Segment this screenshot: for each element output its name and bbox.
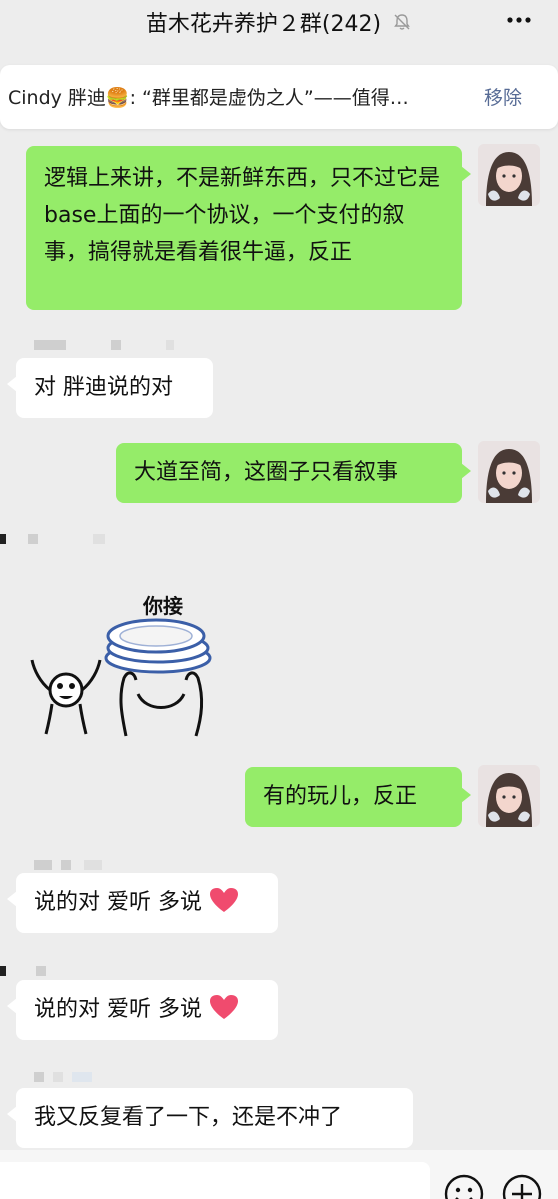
avatar-self[interactable] xyxy=(478,765,540,827)
message-text: 说的对 爱听 多说 xyxy=(34,890,202,915)
message-bubble-mine[interactable]: 逻辑上来讲，不是新鲜东西，只不过它是base上面的一个协议，一个支付的叙事，搞得… xyxy=(26,146,471,310)
message-input[interactable] xyxy=(0,1162,430,1199)
avatar-edge xyxy=(0,966,6,976)
message-text: 对 胖迪说的对 xyxy=(34,375,173,400)
pinned-message-bar[interactable]: Cindy 胖迪🍔: “群里都是虚伪之人”——值得… 移除 xyxy=(0,65,558,129)
avatar-edge xyxy=(0,534,6,544)
heart-emoji-icon xyxy=(209,887,239,925)
sticker-image[interactable] xyxy=(26,586,216,746)
chat-title-text: 苗木花卉养护２群(242) xyxy=(145,12,382,37)
chat-title: 苗木花卉养护２群(242) xyxy=(0,6,558,38)
chat-header: 苗木花卉养护２群(242) xyxy=(0,0,558,50)
message-text: 有的玩儿，反正 xyxy=(263,784,418,809)
avatar-self[interactable] xyxy=(478,144,540,206)
sender-nickname xyxy=(34,860,107,872)
sender-nickname xyxy=(28,534,110,546)
message-bubble-mine[interactable]: 大道至简，这圈子只看叙事 xyxy=(116,443,471,503)
input-toolbar xyxy=(0,1150,558,1199)
sender-nickname xyxy=(36,966,51,978)
heart-emoji-icon xyxy=(209,994,239,1032)
message-bubble-theirs[interactable]: 说的对 爱听 多说 xyxy=(7,873,278,933)
message-bubble-theirs[interactable]: 对 胖迪说的对 xyxy=(7,358,213,418)
message-bubble-mine[interactable]: 有的玩儿，反正 xyxy=(245,767,471,827)
message-bubble-theirs[interactable]: 说的对 爱听 多说 xyxy=(7,980,278,1040)
more-icon[interactable] xyxy=(506,10,532,30)
bell-off-icon xyxy=(392,12,412,38)
plus-icon[interactable] xyxy=(502,1174,542,1199)
emoji-icon[interactable] xyxy=(444,1174,484,1199)
sender-nickname xyxy=(34,340,179,352)
message-text: 大道至简，这圈子只看叙事 xyxy=(134,460,399,485)
message-text: 说的对 爱听 多说 xyxy=(34,997,202,1022)
message-text: 我又反复看了一下，还是不冲了 xyxy=(34,1105,343,1130)
sender-nickname xyxy=(34,1072,97,1084)
message-bubble-theirs[interactable]: 我又反复看了一下，还是不冲了 xyxy=(7,1088,413,1148)
message-text: 逻辑上来讲，不是新鲜东西，只不过它是base上面的一个协议，一个支付的叙事，搞得… xyxy=(44,166,441,265)
remove-pin-button[interactable]: 移除 xyxy=(484,83,522,110)
avatar-self[interactable] xyxy=(478,441,540,503)
pinned-message-text: Cindy 胖迪🍔: “群里都是虚伪之人”——值得… xyxy=(8,87,409,109)
